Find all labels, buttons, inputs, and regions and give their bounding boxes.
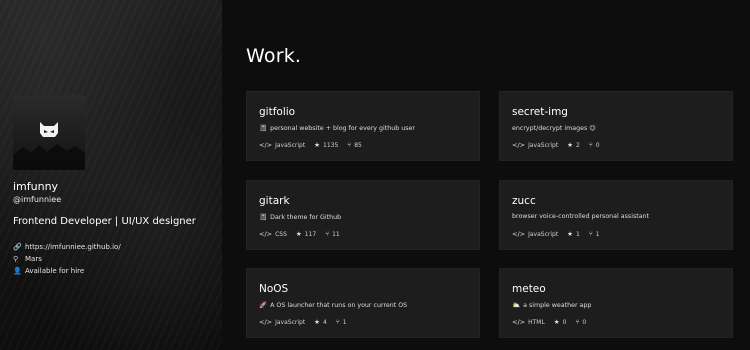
project-meta: </> JavaScript ★ 1135 ⑂ 85: [259, 141, 371, 149]
project-stars: 1135: [323, 141, 339, 149]
project-meta: </> JavaScript ★ 1 ⑂ 1: [512, 230, 609, 238]
project-language: JavaScript: [528, 141, 559, 149]
star-icon: ★: [295, 230, 302, 238]
project-stars: 117: [304, 230, 317, 238]
project-title[interactable]: secret-img: [512, 106, 568, 118]
fork-icon: ⑂: [575, 318, 580, 326]
avatar-image-icon: [13, 122, 85, 170]
project-card-gitark[interactable]: gitark 📓 Dark theme for Github </> CSS ★ 11…: [246, 180, 480, 250]
project-title[interactable]: zucc: [512, 195, 536, 207]
project-title[interactable]: meteo: [512, 283, 546, 295]
project-card-meteo[interactable]: meteo ⛅ a simple weather app </> HTML ★ 0 ⑂…: [499, 268, 733, 338]
hire-row: 👤 Available for hire: [13, 267, 84, 275]
project-language: CSS: [275, 230, 287, 238]
project-description: encrypt/decrypt images 😉: [512, 125, 596, 132]
project-forks: 0: [595, 141, 600, 149]
project-forks: 0: [582, 318, 587, 326]
code-icon: </>: [259, 141, 273, 149]
user-icon: 👤: [13, 267, 22, 275]
star-icon: ★: [314, 141, 320, 149]
notebook-icon: 📓: [259, 213, 268, 221]
project-forks: 1: [595, 230, 600, 238]
project-language: JavaScript: [275, 141, 306, 149]
profile-bio: Frontend Developer | UI/UX designer: [13, 216, 196, 227]
project-stars: 4: [323, 318, 327, 326]
location-row: ⚲ Mars: [13, 255, 42, 263]
weather-icon: ⛅: [512, 301, 521, 309]
star-icon: ★: [314, 318, 320, 326]
notebook-icon: 📓: [259, 124, 268, 132]
project-card-gitfolio[interactable]: gitfolio 📓 personal website + blog for ev…: [246, 91, 480, 161]
project-description: ⛅ a simple weather app: [512, 301, 592, 309]
project-title[interactable]: gitark: [259, 195, 290, 207]
project-forks: 85: [354, 141, 362, 149]
location-icon: ⚲: [13, 255, 19, 263]
project-stars: 0: [562, 318, 567, 326]
code-icon: </>: [512, 318, 526, 326]
website-link[interactable]: https://imfunniee.github.io/: [25, 243, 121, 251]
fork-icon: ⑂: [325, 230, 330, 238]
code-icon: </>: [512, 141, 526, 149]
project-description: browser voice-controlled personal assist…: [512, 213, 650, 220]
project-title[interactable]: gitfolio: [259, 106, 295, 118]
code-icon: </>: [259, 318, 273, 326]
project-description: 📓 Dark theme for Github: [259, 213, 342, 221]
project-language: JavaScript: [275, 318, 306, 326]
project-stars: 2: [576, 141, 580, 149]
project-language: HTML: [528, 318, 545, 326]
star-icon: ★: [567, 141, 573, 149]
hire-text: Available for hire: [25, 267, 85, 275]
project-forks: 1: [342, 318, 347, 326]
project-description: 📓 personal website + blog for every githu…: [259, 124, 415, 132]
project-language: JavaScript: [528, 230, 559, 238]
star-icon: ★: [567, 230, 573, 238]
project-meta: </> JavaScript ★ 2 ⑂ 0: [512, 141, 609, 149]
fork-icon: ⑂: [588, 141, 593, 149]
project-title[interactable]: NoOS: [259, 283, 288, 295]
project-meta: </> HTML ★ 0 ⑂ 0: [512, 318, 595, 326]
project-meta: </> JavaScript ★ 4 ⑂ 1: [259, 318, 356, 326]
profile-username: @imfunniee: [13, 195, 62, 204]
fork-icon: ⑂: [347, 141, 352, 149]
location-text: Mars: [25, 255, 42, 263]
profile-name: imfunny: [13, 180, 59, 193]
profile-sidebar: imfunny @imfunniee Frontend Developer | …: [0, 0, 222, 350]
website-row[interactable]: 🔗 https://imfunniee.github.io/: [13, 243, 121, 251]
code-icon: </>: [512, 230, 526, 238]
project-card-noos[interactable]: NoOS 🚀 A OS launcher that runs on your cu…: [246, 268, 480, 338]
project-forks: 11: [332, 230, 340, 238]
rocket-icon: 🚀: [259, 301, 268, 309]
project-meta: </> CSS ★ 117 ⑂ 11: [259, 230, 349, 238]
project-card-zucc[interactable]: zucc browser voice-controlled personal a…: [499, 180, 733, 250]
link-icon: 🔗: [13, 243, 22, 251]
avatar[interactable]: [13, 95, 85, 170]
fork-icon: ⑂: [588, 230, 593, 238]
project-card-secret-img[interactable]: secret-img encrypt/decrypt images 😉 </> J…: [499, 91, 733, 161]
project-stars: 1: [576, 230, 580, 238]
project-description: 🚀 A OS launcher that runs on your current…: [259, 301, 408, 309]
fork-icon: ⑂: [335, 318, 340, 326]
code-icon: </>: [259, 230, 273, 238]
page-title: Work.: [246, 45, 302, 67]
star-icon: ★: [553, 318, 560, 326]
